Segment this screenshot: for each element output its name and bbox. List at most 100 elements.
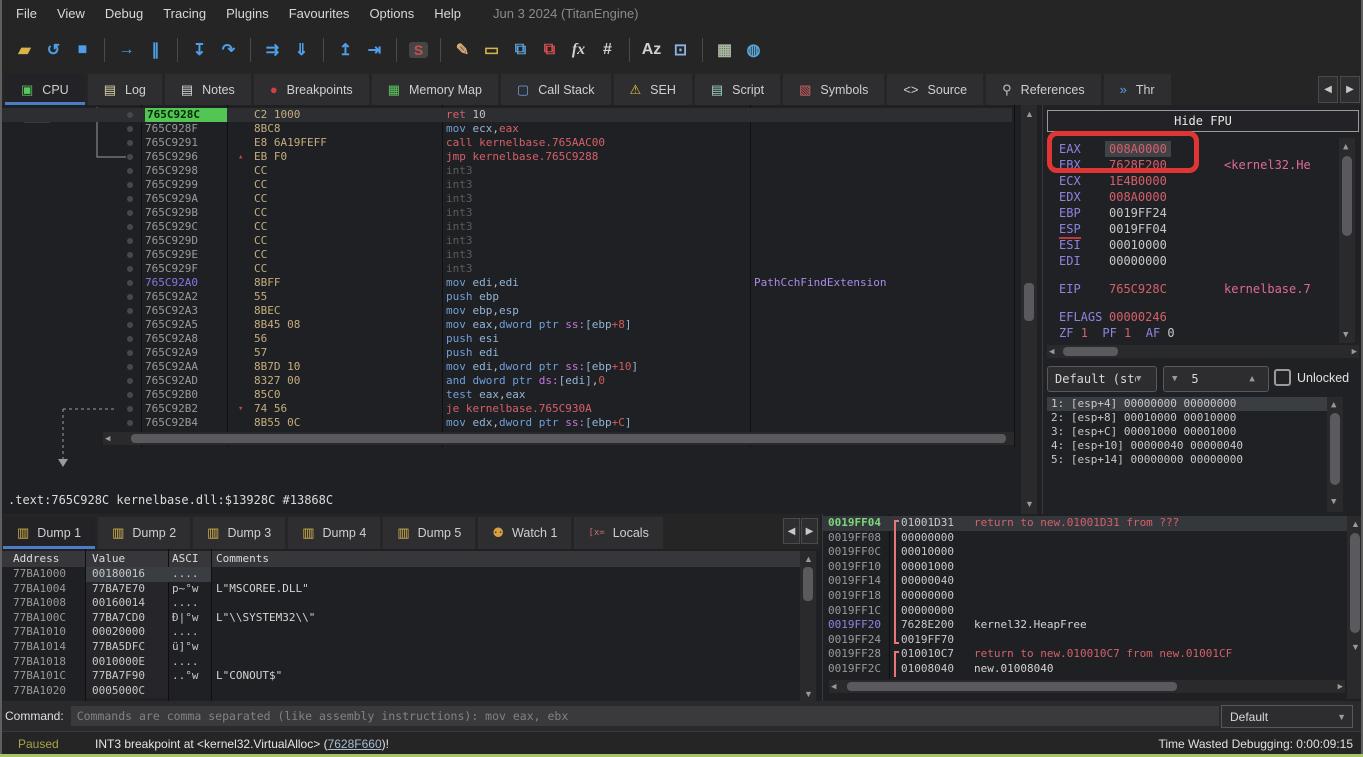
tab-dump-3[interactable]: ▥Dump 3	[193, 517, 285, 549]
tab-call-stack[interactable]: ▢Call Stack	[501, 74, 611, 105]
menu-debug[interactable]: Debug	[95, 0, 153, 27]
breakpoint-dot-icon[interactable]	[127, 168, 133, 174]
dump-tab-scroll-left-button[interactable]: ◀	[783, 518, 800, 544]
disasm-row[interactable]: 765C929ECCint3	[0, 248, 1012, 262]
dump-row[interactable]: 77BA101000020000....	[0, 625, 800, 640]
disasm-row[interactable]: 765C92A08BFFmov edi,ediPathCchFindExtens…	[0, 276, 1012, 290]
disasm-row[interactable]: 765C929BCCint3	[0, 206, 1012, 220]
scroll-up-icon[interactable]: ▲	[1351, 519, 1360, 529]
scroll-up-icon[interactable]: ▲	[804, 554, 813, 564]
close-icon[interactable]: ■	[68, 35, 97, 65]
run-to-user-code-icon[interactable]: ⇥	[360, 35, 389, 65]
argument-row[interactable]: 3: [esp+C] 00001000 00001000	[1047, 425, 1343, 439]
tab-threads[interactable]: »Thr	[1104, 74, 1171, 105]
tab-notes[interactable]: ▤Notes	[165, 74, 251, 105]
dump-row[interactable]: 77BA10180010000E....	[0, 655, 800, 670]
tab-source[interactable]: <>Source	[887, 74, 983, 105]
menu-options[interactable]: Options	[359, 0, 424, 27]
scroll-up-icon[interactable]: ▲	[1331, 400, 1336, 410]
spinner-up-icon[interactable]: ▲	[1249, 374, 1254, 384]
breakpoint-address-link[interactable]: 7628F660	[328, 737, 382, 751]
breakpoint-dot-icon[interactable]	[127, 112, 133, 118]
register-value[interactable]: 0019FF04	[1109, 221, 1167, 237]
pause-icon[interactable]: ∥	[141, 35, 170, 65]
disasm-row[interactable]: 765C92A58B45 08mov eax,dword ptr ss:[ebp…	[0, 318, 1012, 332]
menu-plugins[interactable]: Plugins	[216, 0, 279, 27]
dump-row[interactable]: 77BA100C77BA7CD0Ð|°wL"\\SYSTEM32\\"	[0, 611, 800, 626]
tab-seh[interactable]: ⚠SEH	[614, 74, 692, 105]
comment-icon[interactable]: ▭	[477, 35, 506, 65]
command-input[interactable]	[70, 705, 1220, 727]
disasm-hscrollbar[interactable]: ◀	[103, 432, 1014, 445]
tab-scroll-right-button[interactable]: ▶	[1340, 76, 1360, 103]
breakpoint-dot-icon[interactable]	[127, 126, 133, 132]
command-mode-select[interactable]: Default ▼	[1221, 705, 1353, 728]
tab-memory-map[interactable]: ▦Memory Map	[372, 74, 498, 105]
breakpoint-dot-icon[interactable]	[127, 420, 133, 426]
disasm-row[interactable]: 765C9298CCint3	[0, 164, 1012, 178]
flags-row[interactable]: ZF 1 PF 1 AF 0	[1043, 325, 1343, 341]
tab-locals[interactable]: [x=Locals	[574, 517, 662, 549]
stack-vscroll-thumb[interactable]	[1350, 533, 1360, 633]
scroll-down-icon[interactable]: ▼	[1351, 642, 1360, 652]
tab-references[interactable]: ⚲References	[986, 74, 1100, 105]
stack-hscrollbar[interactable]: ◀ ▶	[829, 680, 1345, 693]
argument-row[interactable]: 2: [esp+8] 00010000 00010000	[1047, 411, 1343, 425]
stack-row[interactable]: 0019FF1C00000000	[823, 604, 1347, 619]
dump-row[interactable]: 77BA10200005000C	[0, 684, 800, 699]
registers-vscrollbar[interactable]: ▲ ▼	[1339, 138, 1355, 343]
tab-cpu[interactable]: ▣CPU	[5, 74, 85, 105]
disasm-row[interactable]: 765C929ACCint3	[0, 192, 1012, 206]
register-row[interactable]: EDX008A0000	[1043, 189, 1343, 205]
disasm-row[interactable]: 765C929DCCint3	[0, 234, 1012, 248]
disasm-vscroll-thumb[interactable]	[1024, 283, 1034, 321]
stack-row[interactable]: 0019FF207628E200kernel32.HeapFree	[823, 618, 1347, 633]
breakpoint-dot-icon[interactable]	[127, 308, 133, 314]
stack-hscroll-thumb[interactable]	[847, 682, 1177, 691]
argument-row[interactable]: 1: [esp+4] 00000000 00000000	[1047, 397, 1343, 411]
tab-script[interactable]: ▤Script	[695, 74, 780, 105]
disasm-row[interactable]: 765C928F8BC8mov ecx,eax	[0, 122, 1012, 136]
register-row[interactable]: EFLAGS00000246	[1043, 309, 1343, 325]
scroll-right-icon[interactable]: ▶	[1352, 347, 1357, 357]
stack-row[interactable]: 0019FF0401001D31return to new.01001D31 f…	[823, 516, 1347, 531]
argument-row[interactable]: 5: [esp+14] 00000000 00000000	[1047, 453, 1343, 467]
step-into-icon[interactable]: ↧	[185, 35, 214, 65]
disasm-row[interactable]: 765C92A38BECmov ebp,esp	[0, 304, 1012, 318]
disasm-row[interactable]: 765C9291E8 6A19FEFFcall kernelbase.765AA…	[0, 136, 1012, 150]
stack-row[interactable]: 0019FF1400000040	[823, 574, 1347, 589]
function-icon[interactable]: fx	[564, 35, 593, 65]
label-icon[interactable]: ⧉	[506, 35, 535, 65]
scroll-down-icon[interactable]: ▼	[1331, 497, 1336, 507]
stack-row[interactable]: 0019FF0800000000	[823, 531, 1347, 546]
scroll-left-icon[interactable]: ◀	[831, 682, 836, 692]
scroll-up-icon[interactable]: ▲	[1025, 109, 1034, 119]
breakpoint-dot-icon[interactable]	[127, 350, 133, 356]
breakpoint-dot-icon[interactable]	[127, 196, 133, 202]
disasm-hscroll-thumb[interactable]	[131, 434, 1006, 443]
disasm-row[interactable]: 765C9296▴EB F0jmp kernelbase.765C9288	[0, 150, 1012, 164]
breakpoint-dot-icon[interactable]	[127, 140, 133, 146]
argument-row[interactable]: 4: [esp+10] 00000040 00000040	[1047, 439, 1343, 453]
breakpoint-dot-icon[interactable]	[127, 210, 133, 216]
menu-tracing[interactable]: Tracing	[153, 0, 216, 27]
scroll-up-icon[interactable]: ▲	[1343, 142, 1348, 152]
internet-icon[interactable]: ◍	[739, 35, 768, 65]
preferences-icon[interactable]: Az	[637, 35, 666, 65]
stack-row[interactable]: 0019FF1800000000	[823, 589, 1347, 604]
register-row[interactable]: ECX1E4B0000	[1043, 173, 1343, 189]
stack-row[interactable]: 0019FF1000001000	[823, 560, 1347, 575]
register-row[interactable]: EDI00000000	[1043, 253, 1343, 269]
registers-hscrollbar[interactable]: ◀ ▶	[1047, 345, 1359, 358]
scroll-left-icon[interactable]: ◀	[105, 434, 110, 444]
tab-dump-5[interactable]: ▥Dump 5	[383, 517, 475, 549]
breakpoint-dot-icon[interactable]	[127, 336, 133, 342]
registers-vscroll-thumb[interactable]	[1342, 156, 1352, 236]
tab-symbols[interactable]: ▧Symbols	[783, 74, 884, 105]
scroll-down-icon[interactable]: ▼	[804, 689, 813, 699]
disasm-row[interactable]: 765C92AA8B7D 10mov edi,dword ptr ss:[ebp…	[0, 360, 1012, 374]
dump-tab-scroll-right-button[interactable]: ▶	[801, 518, 818, 544]
disasm-row[interactable]: 765C92B48B55 0Cmov edx,dword ptr ss:[ebp…	[0, 416, 1012, 430]
breakpoint-dot-icon[interactable]	[127, 252, 133, 258]
disasm-vscrollbar[interactable]: ▲ ▼	[1021, 105, 1037, 514]
